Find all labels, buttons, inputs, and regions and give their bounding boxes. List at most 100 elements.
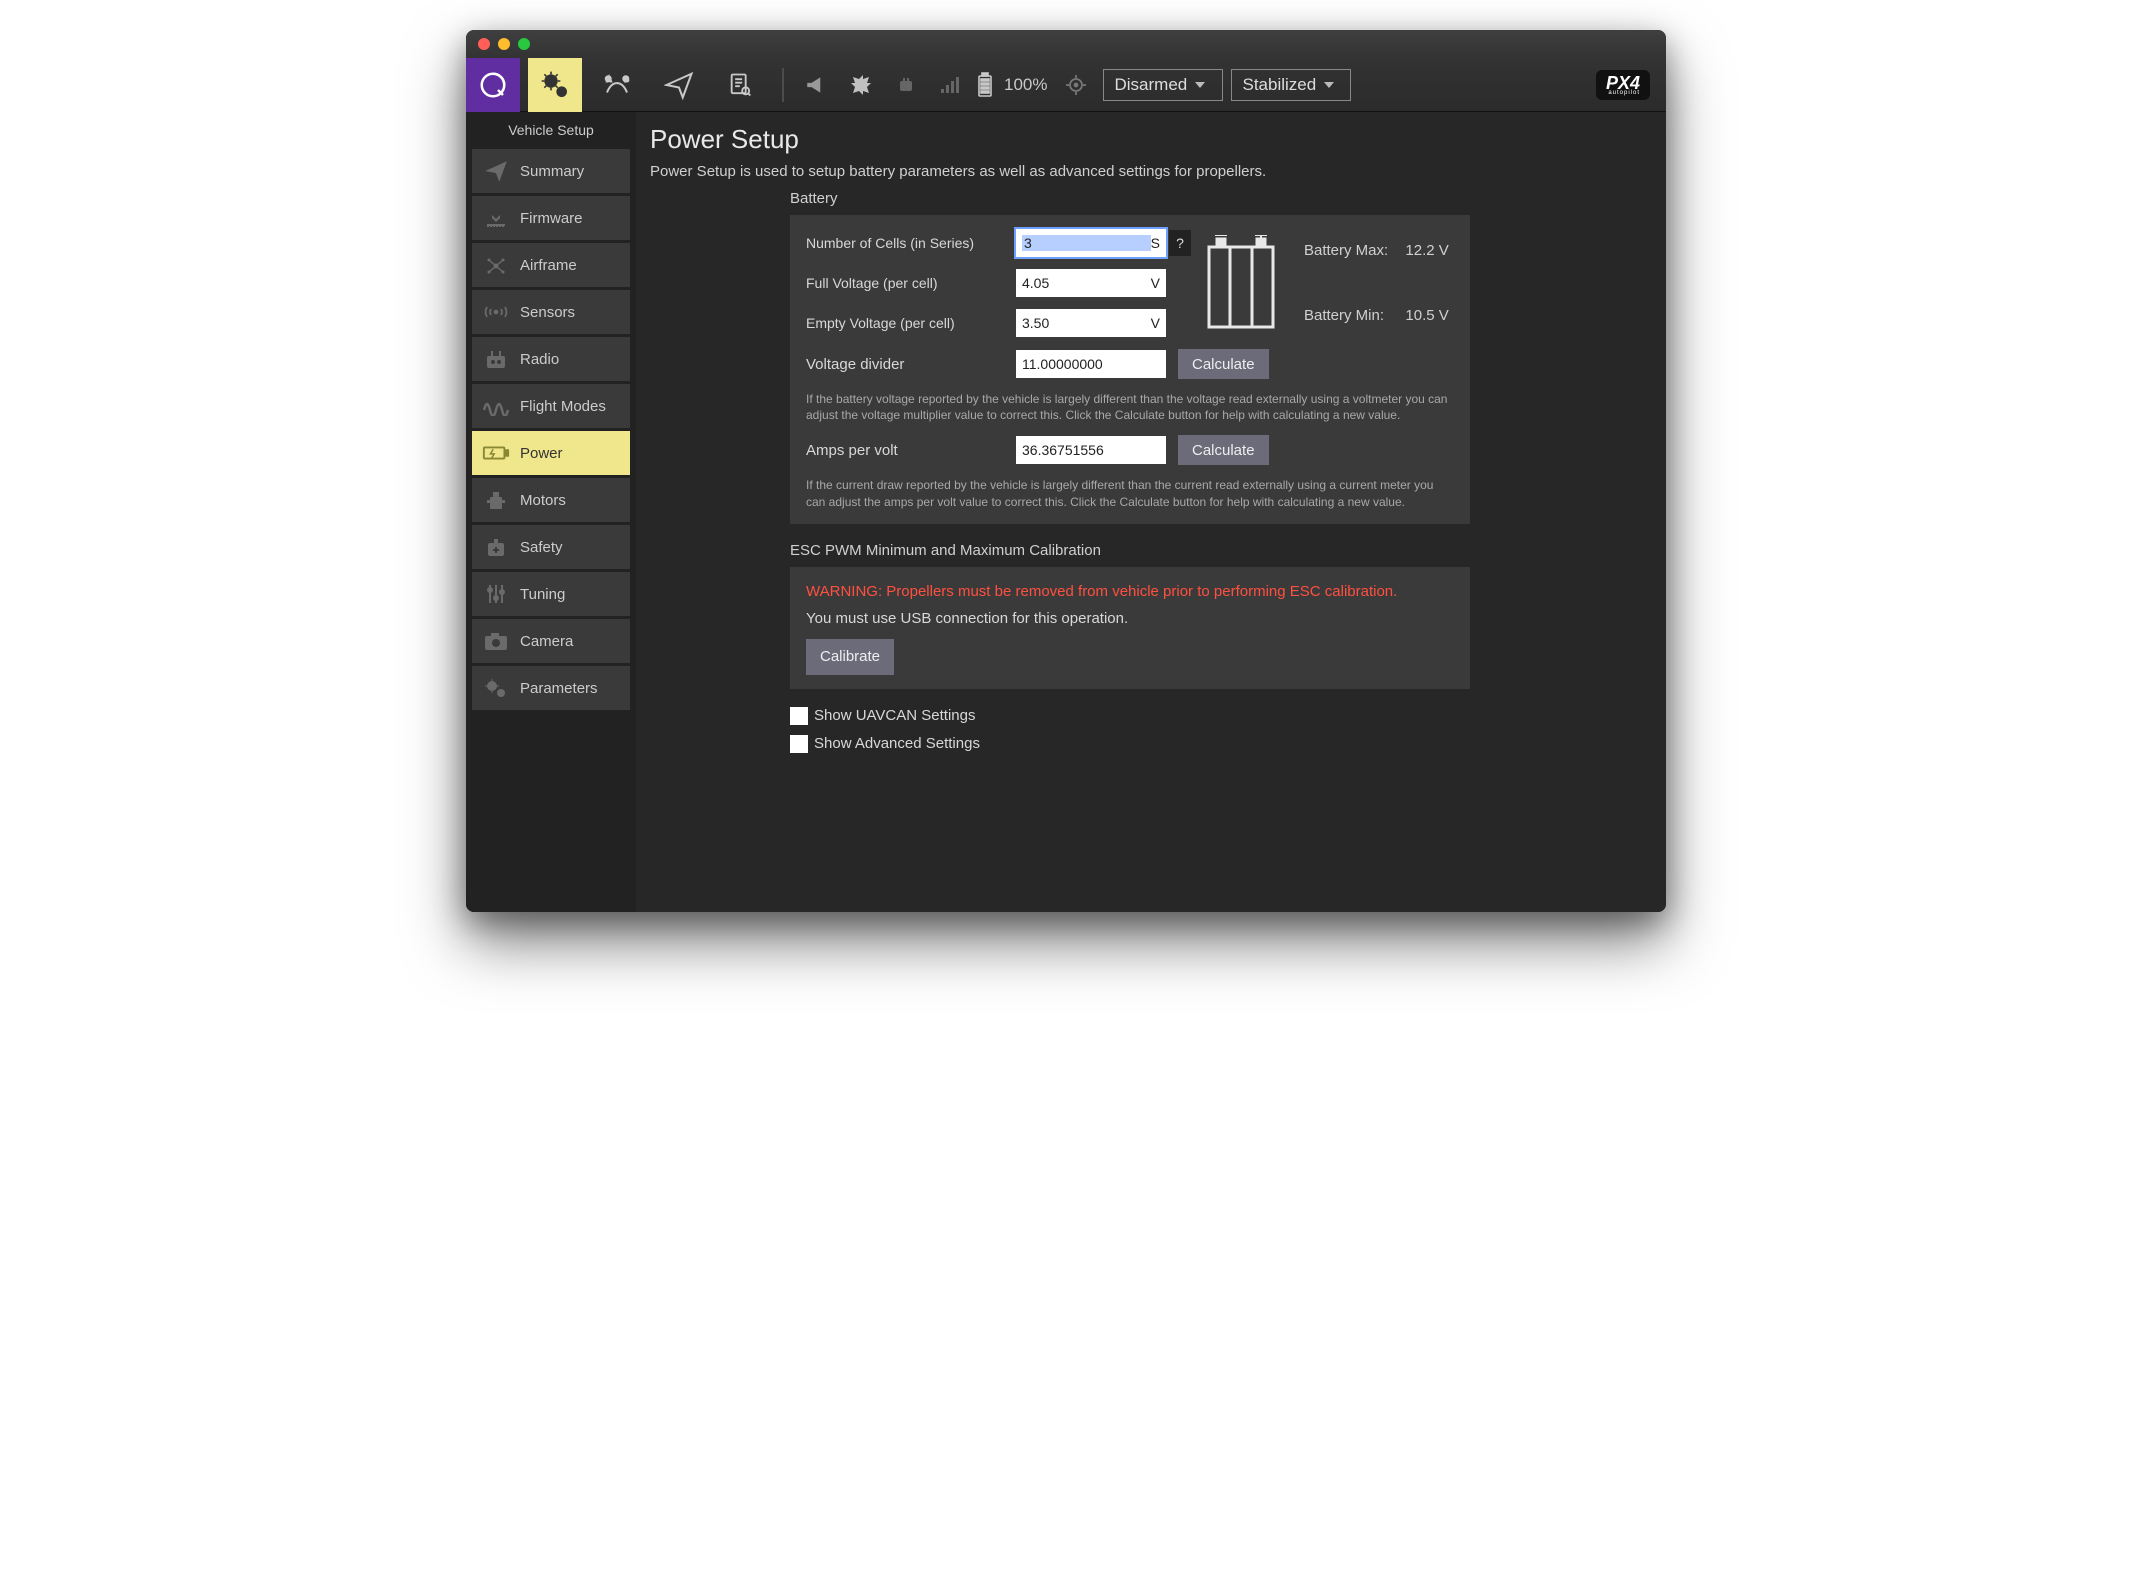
esc-panel: WARNING: Propellers must be removed from… xyxy=(790,567,1470,689)
cells-input[interactable]: 3 S xyxy=(1016,229,1166,257)
minimize-window-icon[interactable] xyxy=(498,38,510,50)
calibrate-button[interactable]: Calibrate xyxy=(806,639,894,675)
maximize-window-icon[interactable] xyxy=(518,38,530,50)
show-advanced-row[interactable]: Show Advanced Settings xyxy=(790,735,1646,753)
sidebar-item-label: Camera xyxy=(520,633,573,650)
empty-voltage-input[interactable]: 3.50 V xyxy=(1016,309,1166,337)
sidebar-item-flight-modes[interactable]: Flight Modes xyxy=(472,384,630,428)
fly-tab[interactable] xyxy=(652,58,706,112)
battery-min-label: Battery Min: xyxy=(1304,307,1393,324)
gps-lock-icon xyxy=(1057,58,1095,112)
full-voltage-input[interactable]: 4.05 V xyxy=(1016,269,1166,297)
voltage-divider-input[interactable]: 11.00000000 xyxy=(1016,350,1166,378)
page-title: Power Setup xyxy=(650,124,1646,155)
sidebar-item-label: Flight Modes xyxy=(520,398,606,415)
battery-max-value: 12.2 V xyxy=(1405,242,1454,259)
download-icon xyxy=(482,204,510,232)
plane-icon xyxy=(482,157,510,185)
app-window: AB 100% Disarmed xyxy=(466,30,1666,912)
battery-pct: 100% xyxy=(1004,75,1047,95)
empty-voltage-label: Empty Voltage (per cell) xyxy=(806,315,1016,331)
advanced-checkbox[interactable] xyxy=(790,735,808,753)
close-window-icon[interactable] xyxy=(478,38,490,50)
battery-max-label: Battery Max: xyxy=(1304,242,1393,259)
announcement-icon[interactable] xyxy=(798,58,836,112)
sidebar-item-airframe[interactable]: Airframe xyxy=(472,243,630,287)
mission-plan-tab[interactable]: AB xyxy=(590,58,644,112)
sidebar-item-radio[interactable]: Radio xyxy=(472,337,630,381)
svg-text:B: B xyxy=(625,76,629,83)
uavcan-label: Show UAVCAN Settings xyxy=(814,707,975,724)
camera-icon xyxy=(482,627,510,655)
battery-panel: Number of Cells (in Series) 3 S ? xyxy=(790,215,1470,524)
content-area: Power Setup Power Setup is used to setup… xyxy=(636,112,1666,912)
voltage-divider-label: Voltage divider xyxy=(806,356,1016,373)
flight-mode-label: Stabilized xyxy=(1242,75,1316,95)
sensors-icon xyxy=(482,298,510,326)
sidebar-item-sensors[interactable]: Sensors xyxy=(472,290,630,334)
esc-section-label: ESC PWM Minimum and Maximum Calibration xyxy=(790,542,1646,559)
power-icon xyxy=(482,439,510,467)
signal-icon xyxy=(936,58,966,112)
calculate-apv-button[interactable]: Calculate xyxy=(1178,435,1269,465)
airframe-icon xyxy=(482,251,510,279)
esc-warning: WARNING: Propellers must be removed from… xyxy=(806,581,1454,602)
armed-state-dropdown[interactable]: Disarmed xyxy=(1103,69,1223,101)
sidebar: Vehicle Setup Summary Firmware Airframe xyxy=(466,112,636,912)
advanced-label: Show Advanced Settings xyxy=(814,735,980,752)
esc-usb-note: You must use USB connection for this ope… xyxy=(806,610,1454,627)
sidebar-item-safety[interactable]: Safety xyxy=(472,525,630,569)
sidebar-item-label: Firmware xyxy=(520,210,583,227)
rc-icon xyxy=(890,58,928,112)
armed-state-label: Disarmed xyxy=(1114,75,1187,95)
sidebar-item-label: Parameters xyxy=(520,680,598,697)
full-voltage-label: Full Voltage (per cell) xyxy=(806,275,1016,291)
tuning-icon xyxy=(482,580,510,608)
battery-stats: Battery Max: 12.2 V Battery Min: 10.5 V xyxy=(1304,242,1454,324)
battery-section-label: Battery xyxy=(790,190,1646,207)
sidebar-item-parameters[interactable]: Parameters xyxy=(472,666,630,710)
sidebar-title: Vehicle Setup xyxy=(466,118,636,146)
sidebar-item-summary[interactable]: Summary xyxy=(472,149,630,193)
sidebar-item-motors[interactable]: Motors xyxy=(472,478,630,522)
sidebar-item-tuning[interactable]: Tuning xyxy=(472,572,630,616)
toolbar-sep xyxy=(782,68,784,102)
sidebar-item-power[interactable]: Power xyxy=(472,431,630,475)
sidebar-item-label: Safety xyxy=(520,539,563,556)
top-toolbar: AB 100% Disarmed xyxy=(466,58,1666,112)
parameters-icon xyxy=(482,674,510,702)
titlebar xyxy=(466,30,1666,58)
sidebar-item-camera[interactable]: Camera xyxy=(472,619,630,663)
sidebar-item-label: Summary xyxy=(520,163,584,180)
flight-mode-dropdown[interactable]: Stabilized xyxy=(1231,69,1351,101)
radio-icon xyxy=(482,345,510,373)
vehicle-setup-tab[interactable] xyxy=(528,58,582,112)
battery-min-value: 10.5 V xyxy=(1405,307,1454,324)
divider-help-text: If the battery voltage reported by the v… xyxy=(806,391,1454,423)
sidebar-item-firmware[interactable]: Firmware xyxy=(472,196,630,240)
calculate-divider-button[interactable]: Calculate xyxy=(1178,349,1269,379)
qgc-logo-icon[interactable] xyxy=(466,58,520,112)
apv-help-text: If the current draw reported by the vehi… xyxy=(806,477,1454,509)
uavcan-checkbox[interactable] xyxy=(790,707,808,725)
chevron-down-icon xyxy=(1324,82,1334,88)
px4-logo-icon: PX4 autopilot xyxy=(1596,70,1650,100)
cells-help-button[interactable]: ? xyxy=(1169,230,1191,256)
amps-per-volt-label: Amps per volt xyxy=(806,442,1016,459)
battery-status: 100% xyxy=(974,58,1049,112)
sidebar-item-label: Motors xyxy=(520,492,566,509)
show-uavcan-row[interactable]: Show UAVCAN Settings xyxy=(790,707,1646,725)
chevron-down-icon xyxy=(1195,82,1205,88)
battery-cells-icon xyxy=(1196,235,1286,331)
sidebar-item-label: Radio xyxy=(520,351,559,368)
sidebar-item-label: Airframe xyxy=(520,257,577,274)
sidebar-item-label: Tuning xyxy=(520,586,565,603)
sidebar-item-label: Sensors xyxy=(520,304,575,321)
gps-icon[interactable] xyxy=(844,58,882,112)
sidebar-item-label: Power xyxy=(520,445,563,462)
flight-modes-icon xyxy=(482,392,510,420)
analyze-tab[interactable] xyxy=(714,58,768,112)
amps-per-volt-input[interactable]: 36.36751556 xyxy=(1016,436,1166,464)
cells-label: Number of Cells (in Series) xyxy=(806,235,1016,251)
page-description: Power Setup is used to setup battery par… xyxy=(650,163,1646,180)
